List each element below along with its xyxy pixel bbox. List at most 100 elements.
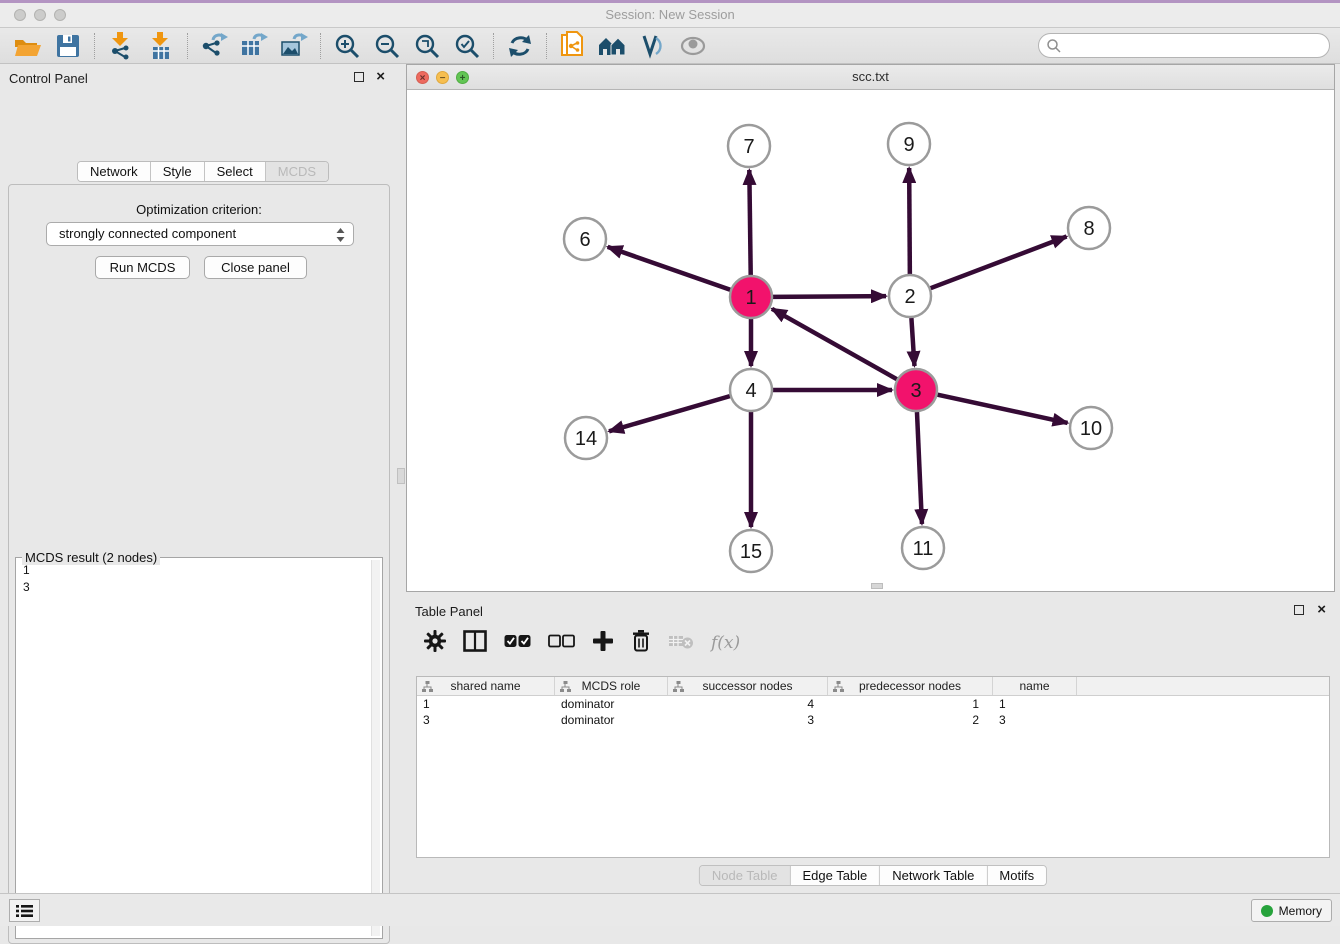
- tab-motifs[interactable]: Motifs: [987, 866, 1046, 885]
- table-cell[interactable]: 3: [993, 712, 1077, 728]
- hide-panel-button[interactable]: [673, 30, 713, 62]
- result-scrollbar[interactable]: [371, 560, 380, 936]
- memory-label: Memory: [1279, 904, 1322, 918]
- column-label: MCDS role: [582, 679, 641, 693]
- graph-node-label: 11: [913, 538, 934, 560]
- export-network-icon: [199, 32, 229, 60]
- zoom-in-button[interactable]: [327, 30, 367, 62]
- search-field[interactable]: [1038, 33, 1330, 58]
- optimization-criterion-label: Optimization criterion:: [9, 202, 389, 217]
- tab-network-table[interactable]: Network Table: [880, 866, 987, 885]
- network-canvas[interactable]: 7968124314101511: [407, 90, 1334, 591]
- zoom-in-icon: [334, 33, 360, 59]
- graph-edge-2-3[interactable]: [911, 318, 914, 366]
- graph-edge-3-10[interactable]: [937, 395, 1067, 423]
- minimize-view-button[interactable]: −: [436, 71, 449, 84]
- export-network-button[interactable]: [194, 30, 234, 62]
- app-titlebar: Session: New Session: [0, 3, 1340, 28]
- open-folder-icon: [14, 34, 42, 58]
- table-cell[interactable]: 3: [668, 712, 828, 728]
- graph-node-label: 4: [745, 380, 756, 402]
- graph-edge-1-7[interactable]: [749, 170, 750, 275]
- import-network-button[interactable]: [101, 30, 141, 62]
- zoom-out-button[interactable]: [367, 30, 407, 62]
- delete-button[interactable]: [631, 629, 651, 657]
- maximize-window-button[interactable]: [54, 9, 66, 21]
- plus-icon: [592, 630, 614, 652]
- list-icon: [16, 904, 33, 918]
- table-toolbar: f(x): [424, 629, 740, 657]
- network-resize-handle[interactable]: [871, 583, 883, 589]
- select-all-button[interactable]: [504, 634, 531, 653]
- table-row[interactable]: 1dominator411: [417, 696, 1329, 712]
- column-header-successor-nodes[interactable]: successor nodes: [668, 677, 828, 695]
- home-button[interactable]: [593, 30, 633, 62]
- add-row-button[interactable]: [592, 630, 614, 657]
- graph-edge-2-9[interactable]: [909, 168, 910, 274]
- save-session-button[interactable]: [48, 30, 88, 62]
- column-label: successor nodes: [702, 679, 792, 693]
- vertical-splitter-handle[interactable]: [397, 468, 405, 484]
- close-panel-icon[interactable]: ×: [376, 68, 385, 86]
- table-header-row: shared name MCDS role successor nodes pr…: [417, 677, 1329, 696]
- graph-edge-2-8[interactable]: [931, 237, 1067, 289]
- run-mcds-button[interactable]: Run MCDS: [95, 256, 190, 279]
- tab-network[interactable]: Network: [78, 162, 151, 181]
- table-cell[interactable]: 1: [993, 696, 1077, 712]
- export-image-button[interactable]: [274, 30, 314, 62]
- refresh-view-button[interactable]: [500, 30, 540, 62]
- export-table-button[interactable]: [234, 30, 274, 62]
- destroy-table-button: [668, 632, 694, 655]
- table-settings-button[interactable]: [424, 630, 446, 657]
- zoom-view-button[interactable]: +: [456, 71, 469, 84]
- zoom-selected-button[interactable]: [447, 30, 487, 62]
- table-cell[interactable]: 1: [828, 696, 993, 712]
- float-panel-icon[interactable]: [354, 72, 364, 82]
- table-cell[interactable]: 3: [417, 712, 555, 728]
- task-history-button[interactable]: [9, 899, 40, 922]
- table-row[interactable]: 3dominator323: [417, 712, 1329, 728]
- close-view-button[interactable]: ×: [416, 71, 429, 84]
- close-panel-button[interactable]: Close panel: [204, 256, 307, 279]
- table-cell[interactable]: dominator: [555, 712, 668, 728]
- table-cell[interactable]: 4: [668, 696, 828, 712]
- import-table-button[interactable]: [141, 30, 181, 62]
- graph-node-label: 15: [740, 541, 762, 563]
- graph-node-label: 10: [1080, 418, 1102, 440]
- column-header-predecessor-nodes[interactable]: predecessor nodes: [828, 677, 993, 695]
- minimize-window-button[interactable]: [34, 9, 46, 21]
- graph-edge-1-6[interactable]: [608, 247, 731, 290]
- close-window-button[interactable]: [14, 9, 26, 21]
- graph-edge-4-14[interactable]: [609, 396, 730, 431]
- graph-edge-3-11[interactable]: [917, 412, 922, 524]
- v-logo-button[interactable]: [633, 30, 673, 62]
- table-cell[interactable]: dominator: [555, 696, 668, 712]
- tab-edge-table[interactable]: Edge Table: [790, 866, 880, 885]
- tab-style[interactable]: Style: [151, 162, 205, 181]
- column-header-mcds-role[interactable]: MCDS role: [555, 677, 668, 695]
- column-header-name[interactable]: name: [993, 677, 1077, 695]
- criterion-dropdown[interactable]: strongly connected component: [46, 222, 354, 246]
- deselect-all-button[interactable]: [548, 634, 575, 653]
- table-panel-header: Table Panel ×: [406, 597, 1340, 625]
- show-columns-button[interactable]: [463, 630, 487, 657]
- column-header-shared-name[interactable]: shared name: [417, 677, 555, 695]
- select-all-icon: [504, 634, 531, 648]
- table-cell[interactable]: 2: [828, 712, 993, 728]
- tab-select[interactable]: Select: [205, 162, 266, 181]
- tab-mcds[interactable]: MCDS: [266, 162, 328, 181]
- zoom-fit-button[interactable]: [407, 30, 447, 62]
- v-logo-icon: [640, 33, 666, 59]
- node-table: shared name MCDS role successor nodes pr…: [416, 676, 1330, 858]
- clone-network-button[interactable]: [553, 30, 593, 62]
- memory-button[interactable]: Memory: [1251, 899, 1332, 922]
- float-table-panel-icon[interactable]: [1294, 605, 1304, 615]
- open-file-button[interactable]: [8, 30, 48, 62]
- mcds-result-text[interactable]: 1 3: [18, 562, 370, 936]
- graph-edge-3-1[interactable]: [772, 309, 897, 379]
- tab-node-table[interactable]: Node Table: [700, 866, 791, 885]
- close-table-panel-icon[interactable]: ×: [1317, 601, 1326, 619]
- table-cell[interactable]: 1: [417, 696, 555, 712]
- search-input[interactable]: [1062, 36, 1329, 56]
- graph-edge-1-2[interactable]: [773, 296, 886, 297]
